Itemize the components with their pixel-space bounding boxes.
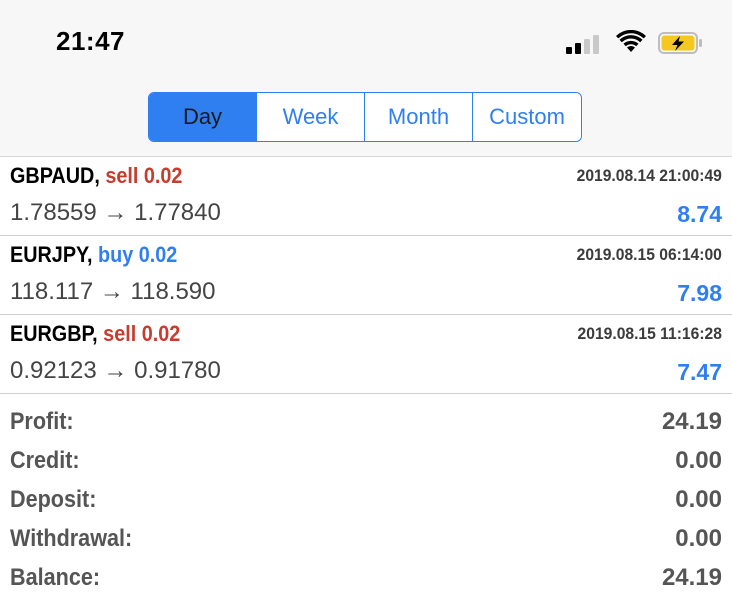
trade-title: GBPAUD, sell 0.02 [10, 163, 182, 189]
summary-label: Deposit: [10, 486, 97, 513]
tab-day[interactable]: Day [149, 93, 257, 141]
battery-charging-icon [658, 32, 702, 54]
summary-value: 24.19 [661, 408, 722, 435]
summary-value: 24.19 [661, 564, 722, 591]
trade-symbol: EURGBP, [10, 321, 98, 346]
summary-value: 0.00 [675, 447, 722, 474]
trade-row[interactable]: GBPAUD, sell 0.02 2019.08.14 21:00:49 1.… [0, 157, 732, 236]
account-summary: Profit: 24.19 Credit: 0.00 Deposit: 0.00… [0, 405, 732, 600]
summary-label: Balance: [10, 564, 101, 591]
trade-side: buy 0.02 [98, 242, 178, 267]
summary-value: 0.00 [675, 486, 722, 513]
trade-row[interactable]: EURGBP, sell 0.02 2019.08.15 11:16:28 0.… [0, 315, 732, 394]
summary-deposit-row: Deposit: 0.00 [0, 483, 732, 522]
summary-profit-row: Profit: 24.19 [0, 405, 732, 444]
summary-label: Withdrawal: [10, 525, 133, 552]
trade-history-list: GBPAUD, sell 0.02 2019.08.14 21:00:49 1.… [0, 157, 732, 394]
trade-time: 2019.08.15 06:14:00 [576, 245, 722, 264]
tab-custom[interactable]: Custom [473, 93, 581, 141]
trade-time: 2019.08.14 21:00:49 [576, 166, 722, 185]
summary-label: Profit: [10, 408, 74, 435]
period-segmented-control: Day Week Month Custom [148, 92, 582, 142]
trade-profit: 7.98 [677, 280, 722, 306]
tab-month[interactable]: Month [365, 93, 473, 141]
header: 21:47 Day Week Month Custom [0, 0, 732, 157]
summary-credit-row: Credit: 0.00 [0, 444, 732, 483]
wifi-icon [616, 30, 646, 52]
trade-side: sell 0.02 [103, 321, 181, 346]
summary-withdrawal-row: Withdrawal: 0.00 [0, 522, 732, 561]
summary-value: 0.00 [675, 525, 722, 552]
trade-title: EURGBP, sell 0.02 [10, 321, 180, 347]
trade-row[interactable]: EURJPY, buy 0.02 2019.08.15 06:14:00 118… [0, 236, 732, 315]
trade-symbol: EURJPY, [10, 242, 93, 267]
trade-title: EURJPY, buy 0.02 [10, 242, 177, 268]
tab-week[interactable]: Week [257, 93, 365, 141]
trade-time: 2019.08.15 11:16:28 [577, 324, 722, 343]
summary-balance-row: Balance: 24.19 [0, 561, 732, 600]
signal-icon [566, 35, 599, 54]
status-time: 21:47 [56, 26, 125, 56]
trade-prices: 118.117 → 118.590 [10, 278, 216, 305]
trade-prices: 1.78559 → 1.77840 [10, 199, 221, 226]
trade-profit: 7.47 [677, 359, 722, 385]
trade-side: sell 0.02 [105, 163, 183, 188]
trade-prices: 0.92123 → 0.91780 [10, 357, 221, 384]
summary-label: Credit: [10, 447, 80, 474]
trade-profit: 8.74 [677, 201, 722, 227]
trade-symbol: GBPAUD, [10, 163, 100, 188]
